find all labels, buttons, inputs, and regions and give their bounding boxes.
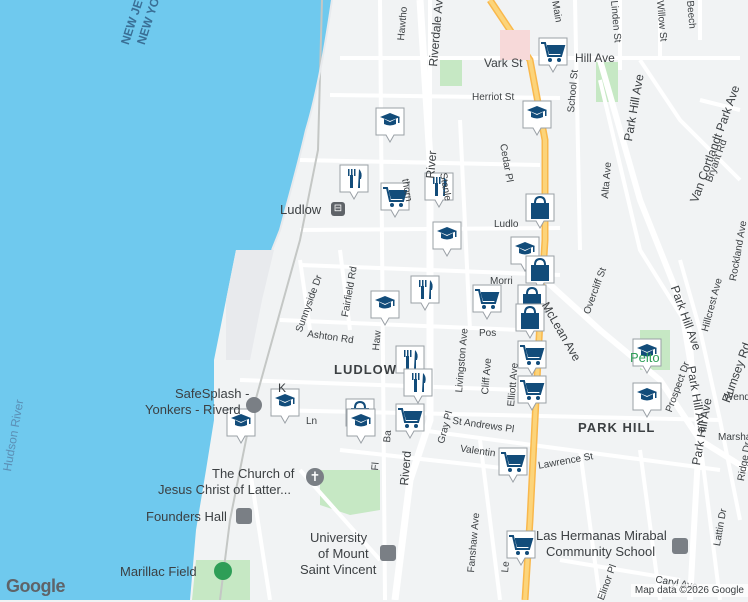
poi-church-line1[interactable]: The Church of [212, 466, 294, 481]
university-icon[interactable] [380, 545, 396, 561]
street-fl: Fl [370, 461, 382, 471]
street-hawthorne-low: Haw [371, 330, 384, 351]
street-hill-ave: Hill Ave [575, 51, 615, 65]
street-ba: Ba [382, 429, 395, 443]
street-herriot: Herriot St [472, 92, 515, 103]
street-morris: Morri [490, 276, 513, 287]
poi-safesplash-line1[interactable]: SafeSplash - [175, 386, 249, 401]
poi-university-line2[interactable]: of Mount [318, 546, 369, 561]
street-wend: Wend [724, 392, 748, 403]
area-ludlow: LUDLOW [334, 362, 398, 377]
poi-university-line1[interactable]: University [310, 530, 367, 545]
poi-ludlow-station[interactable]: Ludlow [280, 202, 321, 217]
street-k: K [278, 381, 287, 395]
founders-hall-icon[interactable] [236, 508, 252, 524]
poi-founders-hall[interactable]: Founders Hall [146, 509, 227, 524]
poi-university-line3[interactable]: Saint Vincent [300, 562, 376, 577]
street-vark: Vark St [484, 56, 523, 70]
poi-pelto[interactable]: Pelto [630, 350, 660, 365]
area-park-hill: PARK HILL [578, 420, 656, 435]
street-riverdale-bottom: Riverd [397, 450, 414, 487]
poi-church-line2[interactable]: Jesus Christ of Latter... [158, 482, 291, 497]
park-top [440, 58, 462, 86]
las-hermanas-icon[interactable] [672, 538, 688, 554]
street-ln: Ln [306, 416, 318, 427]
poi-marillac-field[interactable]: Marillac Field [120, 564, 197, 579]
marillac-field-icon[interactable] [214, 562, 232, 580]
poi-safesplash-line2[interactable]: Yonkers - Riverd [145, 402, 241, 417]
street-le: Le [500, 560, 512, 573]
ludlow-station-icon[interactable]: ⊟ [331, 202, 345, 216]
street-beech: Beech [684, 0, 698, 30]
poi-las-hermanas-line1[interactable]: Las Hermanas Mirabal [536, 528, 667, 543]
church-icon[interactable]: ✝ [306, 468, 324, 486]
street-post: Pos [479, 328, 497, 339]
map-data-attribution[interactable]: Map data ©2026 Google [630, 584, 748, 597]
street-ludlow: Ludlo [494, 219, 519, 230]
google-logo: Google [6, 576, 66, 596]
poi-las-hermanas-line2[interactable]: Community School [546, 544, 655, 559]
